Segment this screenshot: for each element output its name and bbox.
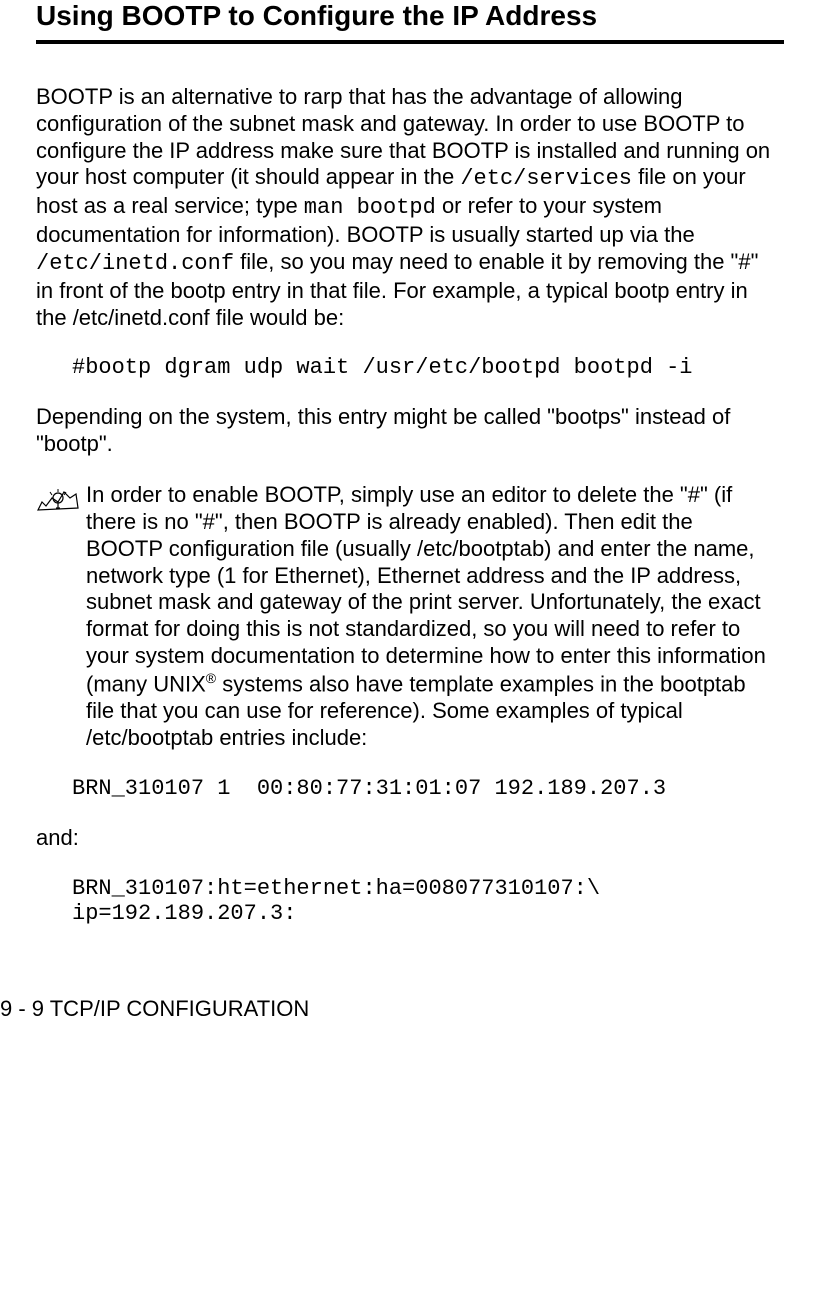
- lightbulb-icon: [36, 484, 80, 514]
- text-span: In order to enable BOOTP, simply use an …: [86, 482, 766, 696]
- code-block-bootptab1: BRN_310107 1 00:80:77:31:01:07 192.189.2…: [72, 776, 784, 801]
- note-block: In order to enable BOOTP, simply use an …: [36, 482, 774, 752]
- registered-mark: ®: [206, 670, 216, 686]
- inline-code: /etc/services: [460, 166, 632, 191]
- section-title: Using BOOTP to Configure the IP Address: [36, 0, 784, 32]
- code-block-inetd: #bootp dgram udp wait /usr/etc/bootpd bo…: [72, 355, 784, 380]
- page-footer: 9 - 9 TCP/IP CONFIGURATION: [0, 996, 784, 1022]
- section-rule: [36, 40, 784, 44]
- code-block-bootptab2: BRN_310107:ht=ethernet:ha=008077310107:\…: [72, 876, 784, 926]
- inline-code: man bootpd: [304, 195, 436, 220]
- paragraph-bootps: Depending on the system, this entry migh…: [36, 404, 774, 458]
- paragraph-intro: BOOTP is an alternative to rarp that has…: [36, 84, 774, 331]
- and-label: and:: [36, 825, 774, 852]
- note-text: In order to enable BOOTP, simply use an …: [86, 482, 774, 752]
- inline-code: /etc/inetd.conf: [36, 251, 234, 276]
